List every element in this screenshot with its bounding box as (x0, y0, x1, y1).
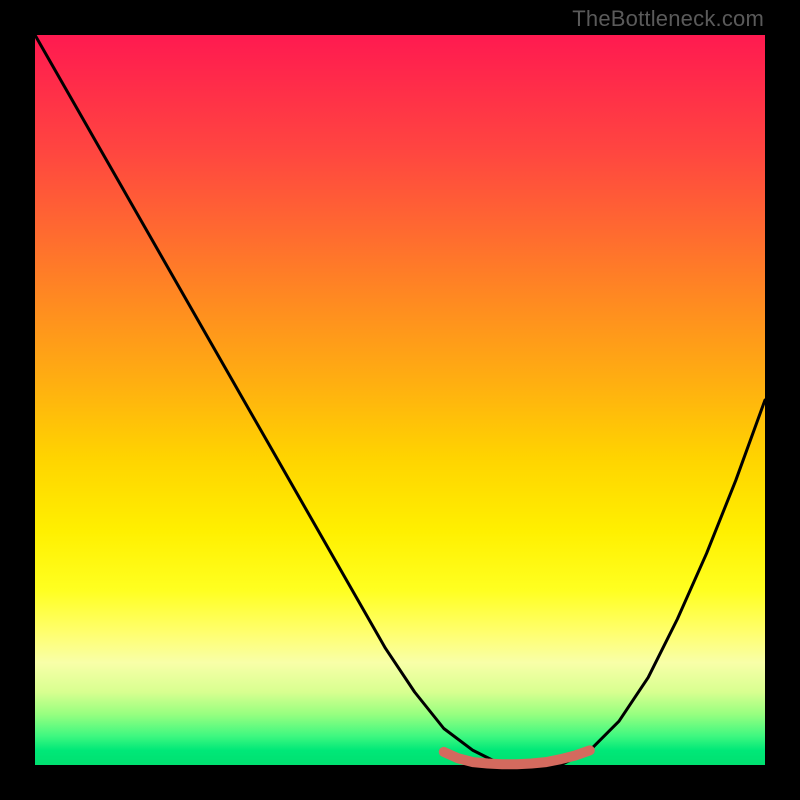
chart-frame: TheBottleneck.com (0, 0, 800, 800)
plot-area (35, 35, 765, 765)
watermark-text: TheBottleneck.com (572, 6, 764, 32)
